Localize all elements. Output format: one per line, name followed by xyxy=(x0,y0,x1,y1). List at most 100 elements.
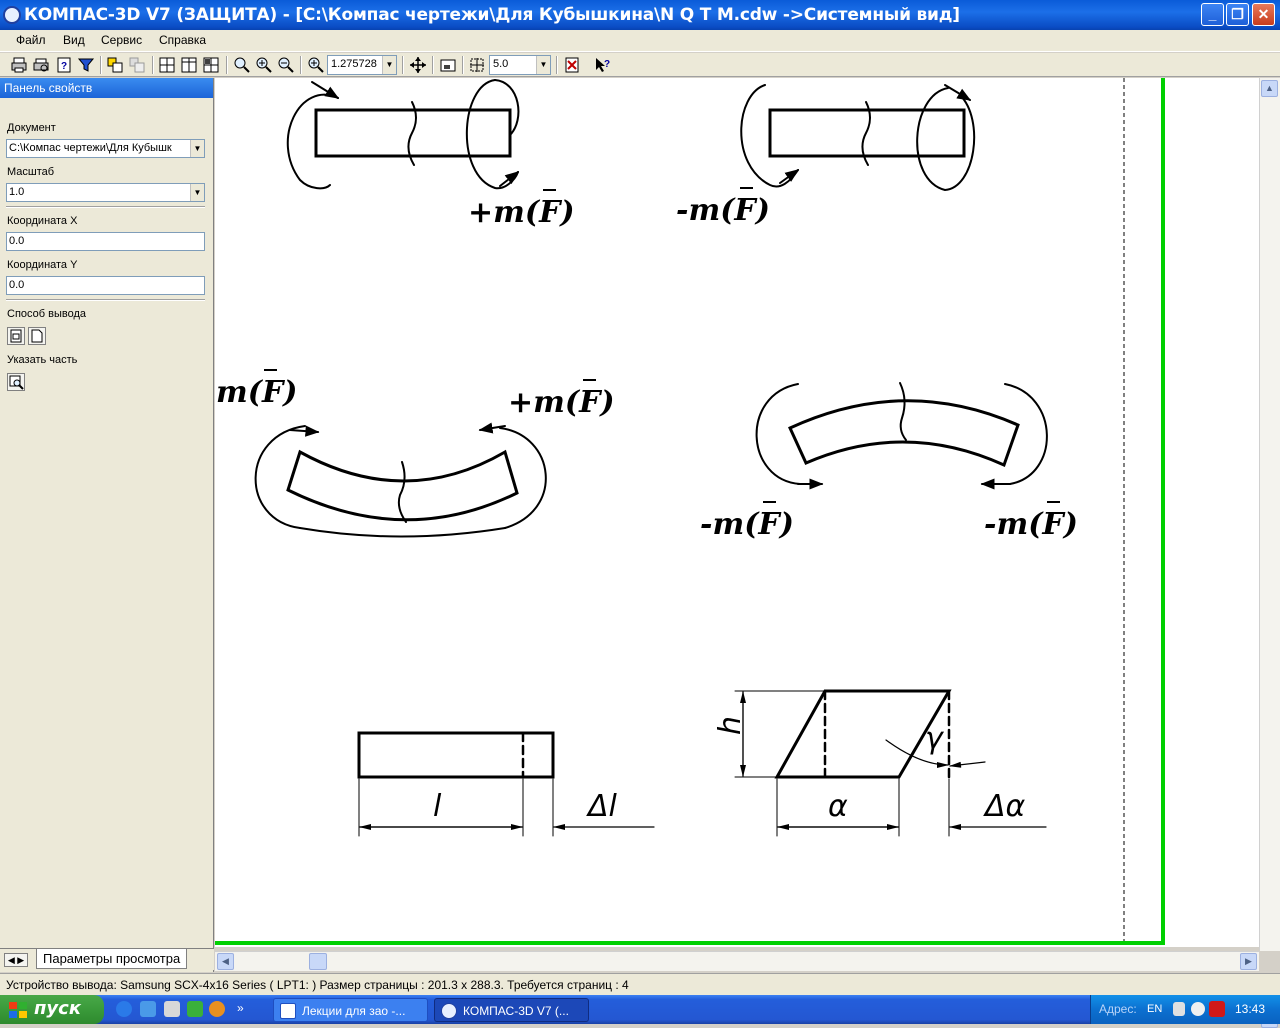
dimension-alpha: α xyxy=(828,789,848,824)
scale-select[interactable]: 1.0 ▼ xyxy=(6,183,205,202)
label-minus-moment-bottom-right: -m(F) xyxy=(984,507,1078,542)
scale-value: 1.0 xyxy=(9,186,25,198)
copy-disabled-icon[interactable] xyxy=(128,56,146,74)
tab-view-parameters[interactable]: Параметры просмотра xyxy=(36,949,188,969)
help-document-icon[interactable]: ? xyxy=(55,56,73,74)
zoom-scale-icon[interactable] xyxy=(307,56,325,74)
task-kompas[interactable]: КОМПАС-3D V7 (... xyxy=(434,998,589,1022)
page-layout-2-icon[interactable] xyxy=(180,56,198,74)
menu-view[interactable]: Вид xyxy=(63,33,85,47)
panel-divider xyxy=(6,299,205,301)
network-icon[interactable] xyxy=(1173,1002,1185,1016)
page-layout-3-icon[interactable] xyxy=(202,56,220,74)
title-bar[interactable]: КОМПАС-3D V7 (ЗАЩИТА) - [C:\Компас черте… xyxy=(0,0,1280,30)
restore-button[interactable]: ❐ xyxy=(1226,3,1249,26)
menu-service[interactable]: Сервис xyxy=(101,33,142,47)
menu-help[interactable]: Справка xyxy=(159,33,206,47)
dimension-delta-length: Δl xyxy=(586,789,618,824)
select-part-button[interactable] xyxy=(7,373,25,391)
label-plus-moment-top: +m(F) xyxy=(468,195,575,230)
tab-scroll-arrows[interactable]: ◀ ▶ xyxy=(4,953,28,967)
chevron-down-icon[interactable]: ▼ xyxy=(190,140,204,157)
language-indicator[interactable]: EN xyxy=(1147,1003,1162,1015)
ie-icon[interactable] xyxy=(116,1001,132,1017)
coord-y-input[interactable]: 0.0 xyxy=(6,276,205,295)
zoom-in-icon[interactable] xyxy=(255,56,273,74)
print-icon[interactable] xyxy=(10,56,28,74)
status-bar: Устройство вывода: Samsung SCX-4x16 Seri… xyxy=(0,973,1280,995)
filter-icon[interactable] xyxy=(77,56,95,74)
drawing-svg: +m(F) -m(F) m(F) +m(F) -m(F) -m(F) l Δl … xyxy=(215,78,1165,945)
chevron-down-icon[interactable]: ▼ xyxy=(536,56,550,74)
device-icon[interactable] xyxy=(164,1001,180,1017)
status-text: Устройство вывода: Samsung SCX-4x16 Seri… xyxy=(6,978,629,992)
scroll-left-button[interactable]: ◀ xyxy=(217,953,234,970)
scroll-right-button[interactable]: ▶ xyxy=(1240,953,1257,970)
task-kompas-label: КОМПАС-3D V7 (... xyxy=(463,1004,569,1018)
property-panel-header: Панель свойств xyxy=(0,78,213,98)
volume-icon[interactable] xyxy=(1191,1002,1205,1016)
toolbar-separator xyxy=(462,56,464,74)
panel-divider xyxy=(6,206,205,208)
chevron-down-icon[interactable]: ▼ xyxy=(382,56,396,74)
pan-icon[interactable] xyxy=(409,56,427,74)
print-preview-icon[interactable] xyxy=(32,56,50,74)
document-value: C:\Компас чертежи\Для Кубышк xyxy=(9,142,172,154)
zoom-out-icon[interactable] xyxy=(277,56,295,74)
output-fit-page-button[interactable] xyxy=(7,327,25,345)
cursor-step-combo[interactable]: 5.0 ▼ xyxy=(489,55,551,75)
player-icon[interactable] xyxy=(209,1001,225,1017)
horizontal-scroll-thumb[interactable] xyxy=(309,953,327,970)
dimension-delta-alpha: Δα xyxy=(983,789,1026,824)
coord-x-input[interactable]: 0.0 xyxy=(6,232,205,251)
page-fit-icon xyxy=(10,329,22,343)
system-tray: Адрес: EN 13:43 xyxy=(1090,995,1280,1024)
toolbar-separator xyxy=(556,56,558,74)
kaspersky-icon[interactable] xyxy=(1209,1001,1225,1017)
task-word-lectures[interactable]: Лекции для зао -... xyxy=(273,998,428,1022)
close-button[interactable]: ✕ xyxy=(1252,3,1275,26)
beam-twist-positive xyxy=(286,79,520,190)
clock[interactable]: 13:43 xyxy=(1235,1002,1265,1016)
output-mode-label: Способ вывода xyxy=(7,308,86,320)
minimize-button[interactable]: _ xyxy=(1201,3,1224,26)
toolbar-separator xyxy=(100,56,102,74)
drawing-canvas[interactable]: +m(F) -m(F) m(F) +m(F) -m(F) -m(F) l Δl … xyxy=(215,78,1259,947)
quicklaunch-more-icon[interactable]: » xyxy=(237,1001,253,1017)
toolbar-separator xyxy=(152,56,154,74)
pdf-export-icon[interactable] xyxy=(563,56,581,74)
menu-file[interactable]: Файл xyxy=(16,33,46,47)
coord-y-label: Координата Y xyxy=(7,259,78,271)
menu-bar: Файл Вид Сервис Справка xyxy=(0,30,1280,52)
explorer-icon[interactable] xyxy=(140,1001,156,1017)
coord-x-value: 0.0 xyxy=(9,235,25,247)
window-title: КОМПАС-3D V7 (ЗАЩИТА) - [C:\Компас черте… xyxy=(24,5,960,25)
vertical-scrollbar[interactable]: ▲ ▼ xyxy=(1259,78,1280,1028)
zoom-icon[interactable] xyxy=(233,56,251,74)
toolbar: ? 1.275728 ▼ 5.0 ▼ ? xyxy=(0,53,1280,77)
show-all-icon[interactable] xyxy=(439,56,457,74)
document-select[interactable]: C:\Компас чертежи\Для Кубышк ▼ xyxy=(6,139,205,158)
chevron-down-icon[interactable]: ▼ xyxy=(190,184,204,201)
word-icon xyxy=(280,1003,296,1019)
select-part-label: Указать часть xyxy=(7,354,78,366)
page-layout-1-icon[interactable] xyxy=(158,56,176,74)
zoom-scale-combo[interactable]: 1.275728 ▼ xyxy=(327,55,397,75)
address-label: Адрес: xyxy=(1099,1002,1137,1016)
horizontal-scrollbar[interactable]: ◀ ▶ xyxy=(215,951,1259,971)
media-icon[interactable] xyxy=(187,1001,203,1017)
toolbar-separator xyxy=(300,56,302,74)
copy-objects-icon[interactable] xyxy=(106,56,124,74)
step-cursor-icon[interactable] xyxy=(468,56,486,74)
dimension-height: h xyxy=(713,716,748,735)
start-button[interactable]: пуск xyxy=(0,995,104,1024)
property-panel: Панель свойств Документ C:\Компас чертеж… xyxy=(0,78,214,972)
kompas-icon xyxy=(441,1003,457,1019)
context-help-icon[interactable]: ? xyxy=(594,56,612,74)
scroll-up-button[interactable]: ▲ xyxy=(1261,80,1278,97)
kompas-app-icon[interactable] xyxy=(3,6,21,24)
cursor-step-value: 5.0 xyxy=(493,58,509,70)
output-page-button[interactable] xyxy=(28,327,46,345)
page-icon xyxy=(31,329,43,343)
dimension-length: l xyxy=(433,789,442,824)
